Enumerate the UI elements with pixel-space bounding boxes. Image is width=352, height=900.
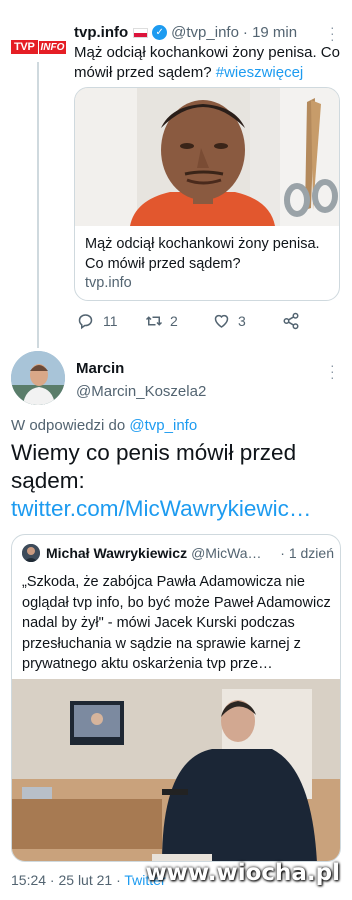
hashtag-link[interactable]: #wieszwięcej [216, 64, 304, 81]
card-image [75, 88, 339, 226]
reply-more-icon[interactable]: · · · [330, 358, 335, 384]
like-action[interactable]: 3 [212, 312, 246, 330]
watermark: www.wiocha.pl [145, 860, 340, 886]
courtroom-image [12, 679, 340, 861]
more-icon[interactable]: · · · [330, 20, 335, 46]
reply-context: W odpowiedzi do @tvp_info [11, 417, 197, 434]
info-logo-text: INFO [38, 40, 67, 54]
tweet-header: tvp.info ✓ @tvp_info · 19 min [74, 24, 297, 41]
link-card[interactable]: Mąż odciął kochankowi żony penisa. Co mó… [74, 87, 340, 301]
quoted-header: Michał Wawrykiewicz @MicWa… · 1 dzień [22, 544, 334, 562]
author-handle[interactable]: @tvp_info [171, 24, 239, 41]
retweet-icon [145, 316, 163, 326]
reply-author-name[interactable]: Marcin [76, 360, 124, 377]
share-icon [283, 312, 299, 330]
card-title: Mąż odciął kochankowi żony penisa. Co mó… [85, 236, 320, 272]
reply-author-handle[interactable]: @Marcin_Koszela2 [76, 383, 206, 400]
tweet-text: Mąż odciął kochankowi żony penisa. Co mó… [74, 43, 344, 83]
tweet-footer: 15:24 · 25 lut 21 · Twitter [11, 872, 166, 888]
tweet-time: · 19 min [242, 24, 298, 41]
quoted-time: · 1 dzień [280, 545, 334, 561]
tweet-datetime: 15:24 · 25 lut 21 · [11, 872, 125, 888]
retweet-count: 2 [170, 313, 178, 329]
verified-icon: ✓ [152, 25, 168, 40]
tvp-info-avatar[interactable]: TVP INFO [11, 38, 67, 56]
quoted-author-handle: @MicWa… [191, 545, 262, 561]
tvp-logo-text: TVP [11, 40, 38, 54]
like-count: 3 [238, 313, 246, 329]
reply-to-link[interactable]: @tvp_info [129, 417, 197, 434]
reply-text: Wiemy co penis mówił przed sądem: twitte… [11, 439, 347, 523]
tweet-tvp-info[interactable]: TVP INFO tvp.info ✓ @tvp_info · 19 min ·… [0, 0, 352, 348]
poland-flag-icon [133, 27, 149, 38]
reply-count: 11 [103, 313, 118, 329]
quoted-text: „Szkoda, że zabójca Pawła Adamowicza nie… [22, 574, 331, 672]
like-icon [214, 314, 229, 328]
reply-action[interactable]: 11 [76, 312, 118, 330]
thread-line [37, 62, 39, 348]
retweet-action[interactable]: 2 [144, 312, 178, 330]
reply-icon [78, 314, 93, 330]
card-domain: tvp.info [85, 275, 132, 291]
reply-body: Wiemy co penis mówił przed sądem: [11, 440, 297, 493]
quoted-avatar [22, 544, 40, 562]
author-name[interactable]: tvp.info [74, 24, 128, 41]
quoted-tweet[interactable]: Michał Wawrykiewicz @MicWa… · 1 dzień „S… [11, 534, 341, 862]
reply-prefix: W odpowiedzi do [11, 417, 126, 434]
quoted-author-name: Michał Wawrykiewicz [46, 545, 188, 561]
marcin-avatar[interactable] [11, 351, 65, 405]
reply-url-link[interactable]: twitter.com/MicWawrykiewic… [11, 496, 311, 521]
share-action[interactable] [282, 312, 300, 330]
